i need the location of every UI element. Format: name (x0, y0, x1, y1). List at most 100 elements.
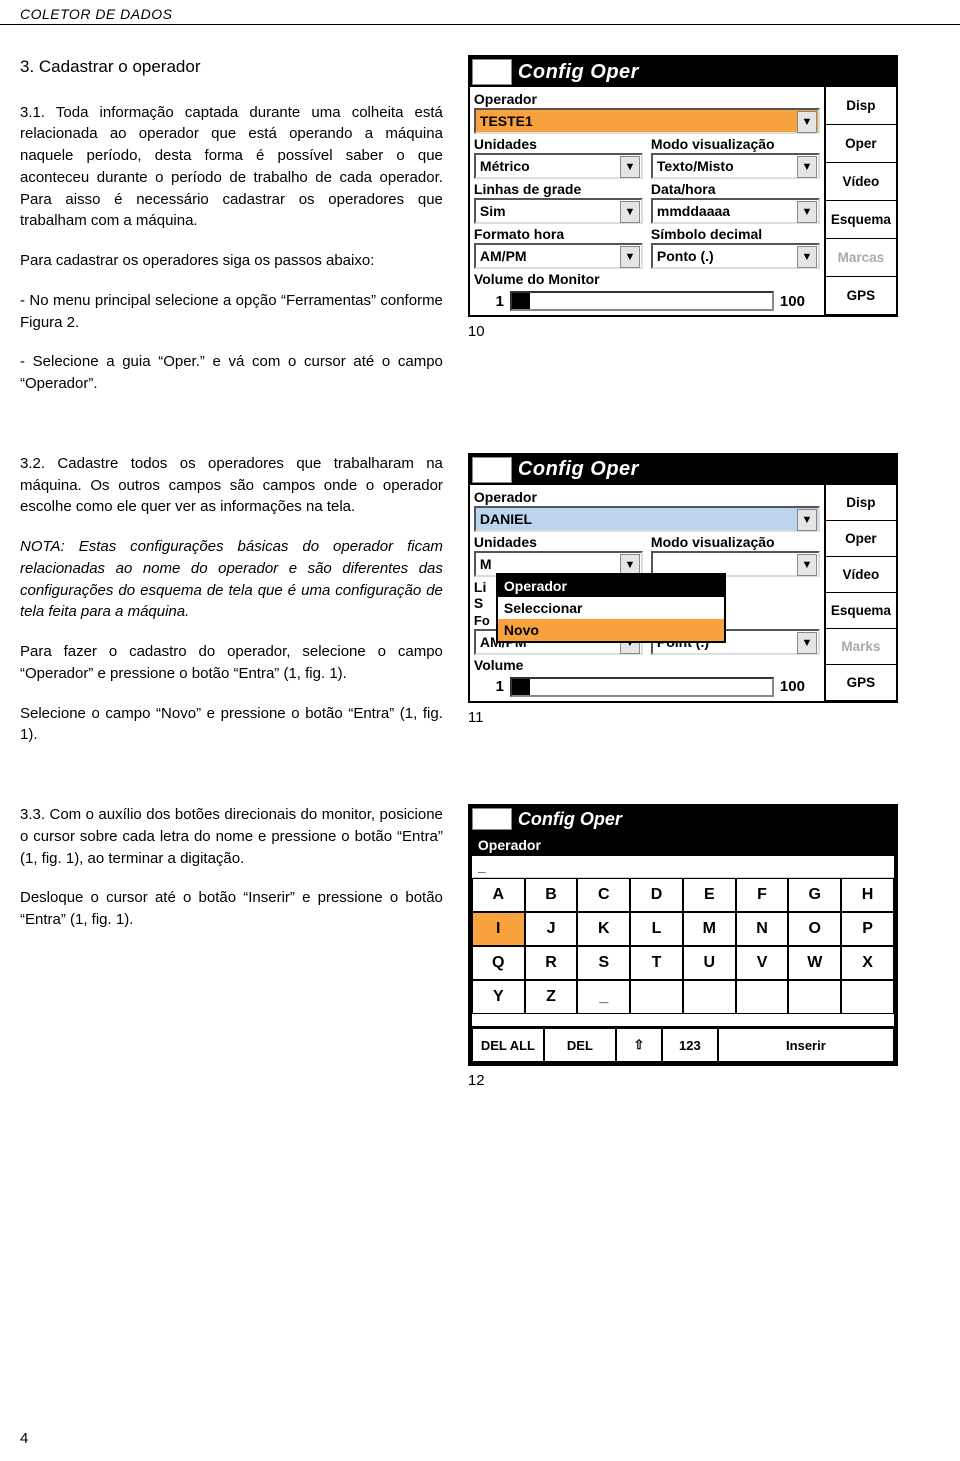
field-value: Texto/Misto (657, 158, 734, 174)
key-Z[interactable]: Z (525, 980, 578, 1014)
key-shift[interactable]: ⇧ (616, 1028, 662, 1062)
label-linhas: Linhas de grade (474, 181, 643, 197)
volume-slider[interactable] (510, 677, 774, 697)
key-H[interactable]: H (841, 878, 894, 912)
page-number: 4 (20, 1430, 28, 1447)
key-V[interactable]: V (736, 946, 789, 980)
key-inserir[interactable]: Inserir (718, 1028, 894, 1062)
dropdown-icon[interactable]: ▼ (797, 111, 817, 133)
label-volume: Volume do Monitor (474, 271, 820, 287)
label-modo: Modo visualização (651, 136, 820, 152)
tab-disp[interactable]: Disp (824, 87, 896, 125)
field-value: mmddaaaa (657, 203, 730, 219)
key-O[interactable]: O (788, 912, 841, 946)
key-Q[interactable]: Q (472, 946, 525, 980)
figure-number: 12 (468, 1072, 940, 1089)
key-S[interactable]: S (577, 946, 630, 980)
operador-popup: Operador Seleccionar Novo (496, 573, 726, 643)
field-operador[interactable]: TESTE1 ▼ (474, 108, 820, 134)
tab-video[interactable]: Vídeo (824, 163, 896, 201)
keyboard-bottom-row: DEL ALL DEL ⇧ 123 Inserir (472, 1026, 894, 1062)
page-header: COLETOR DE DADOS (0, 0, 960, 25)
key-W[interactable]: W (788, 946, 841, 980)
key-D[interactable]: D (630, 878, 683, 912)
key-C[interactable]: C (577, 878, 630, 912)
field-modo[interactable]: Texto/Misto ▼ (651, 153, 820, 179)
app-icon (472, 457, 512, 483)
device-screenshot-11: Config Oper Operador DANIEL ▼ Unidades M (468, 453, 898, 703)
paragraph: Selecione o campo “Novo” e pressione o b… (20, 703, 443, 747)
tab-oper[interactable]: Oper (824, 521, 896, 557)
key-I[interactable]: I (472, 912, 525, 946)
tab-esquema[interactable]: Esquema (824, 593, 896, 629)
label-unidades: Unidades (474, 534, 643, 550)
key-T[interactable]: T (630, 946, 683, 980)
volume-slider[interactable] (510, 291, 774, 311)
key-R[interactable]: R (525, 946, 578, 980)
popup-title: Operador (498, 575, 724, 597)
key-L[interactable]: L (630, 912, 683, 946)
key-empty (841, 980, 894, 1014)
key-A[interactable]: A (472, 878, 525, 912)
key-P[interactable]: P (841, 912, 894, 946)
dropdown-icon[interactable]: ▼ (620, 201, 640, 223)
dropdown-icon[interactable]: ▼ (797, 246, 817, 268)
dropdown-icon[interactable]: ▼ (797, 156, 817, 178)
popup-item-seleccionar[interactable]: Seleccionar (498, 597, 724, 619)
key-X[interactable]: X (841, 946, 894, 980)
label-volume: Volume (474, 657, 820, 673)
key-123[interactable]: 123 (662, 1028, 718, 1062)
label-operador: Operador (474, 489, 820, 505)
tab-video[interactable]: Vídeo (824, 557, 896, 593)
dropdown-icon[interactable]: ▼ (797, 554, 817, 576)
app-icon (472, 59, 512, 85)
tab-marcas[interactable]: Marcas (824, 239, 896, 277)
key-empty (788, 980, 841, 1014)
field-formato[interactable]: AM/PM ▼ (474, 243, 643, 269)
label-simbolo: Símbolo decimal (651, 226, 820, 242)
key-B[interactable]: B (525, 878, 578, 912)
field-operador[interactable]: DANIEL ▼ (474, 506, 820, 532)
dropdown-icon[interactable]: ▼ (620, 246, 640, 268)
paragraph: Para fazer o cadastro do operador, selec… (20, 641, 443, 685)
popup-item-novo[interactable]: Novo (498, 619, 724, 641)
key-N[interactable]: N (736, 912, 789, 946)
key-K[interactable]: K (577, 912, 630, 946)
volume-min: 1 (474, 678, 504, 695)
dropdown-icon[interactable]: ▼ (797, 201, 817, 223)
text-input-line[interactable]: _ (472, 856, 894, 878)
key-Y[interactable]: Y (472, 980, 525, 1014)
tab-marks[interactable]: Marks (824, 629, 896, 665)
screen-title: Config Oper (518, 61, 896, 84)
paragraph: 3.1. Toda informação captada durante uma… (20, 102, 443, 233)
app-icon (472, 808, 512, 830)
key-del[interactable]: DEL (544, 1028, 616, 1062)
key-U[interactable]: U (683, 946, 736, 980)
tab-esquema[interactable]: Esquema (824, 201, 896, 239)
panel-title: Operador (472, 834, 894, 856)
key-underscore[interactable]: _ (577, 980, 630, 1014)
dropdown-icon[interactable]: ▼ (620, 156, 640, 178)
volume-max: 100 (780, 293, 820, 310)
tab-oper[interactable]: Oper (824, 125, 896, 163)
key-G[interactable]: G (788, 878, 841, 912)
field-simbolo[interactable]: Ponto (.) ▼ (651, 243, 820, 269)
key-del-all[interactable]: DEL ALL (472, 1028, 544, 1062)
tab-gps[interactable]: GPS (824, 277, 896, 315)
key-F[interactable]: F (736, 878, 789, 912)
field-unidades[interactable]: Métrico ▼ (474, 153, 643, 179)
label-unidades: Unidades (474, 136, 643, 152)
field-value: Sim (480, 203, 506, 219)
tab-gps[interactable]: GPS (824, 665, 896, 701)
dropdown-icon[interactable]: ▼ (797, 509, 817, 531)
section-heading: 3. Cadastrar o operador (20, 55, 443, 80)
tab-disp[interactable]: Disp (824, 485, 896, 521)
key-E[interactable]: E (683, 878, 736, 912)
dropdown-icon[interactable]: ▼ (797, 632, 817, 654)
field-linhas[interactable]: Sim ▼ (474, 198, 643, 224)
key-M[interactable]: M (683, 912, 736, 946)
device-screenshot-12: Config Oper Operador _ A B C D E F G H I… (468, 804, 898, 1066)
paragraph: - No menu principal selecione a opção “F… (20, 290, 443, 334)
key-J[interactable]: J (525, 912, 578, 946)
field-data[interactable]: mmddaaaa ▼ (651, 198, 820, 224)
